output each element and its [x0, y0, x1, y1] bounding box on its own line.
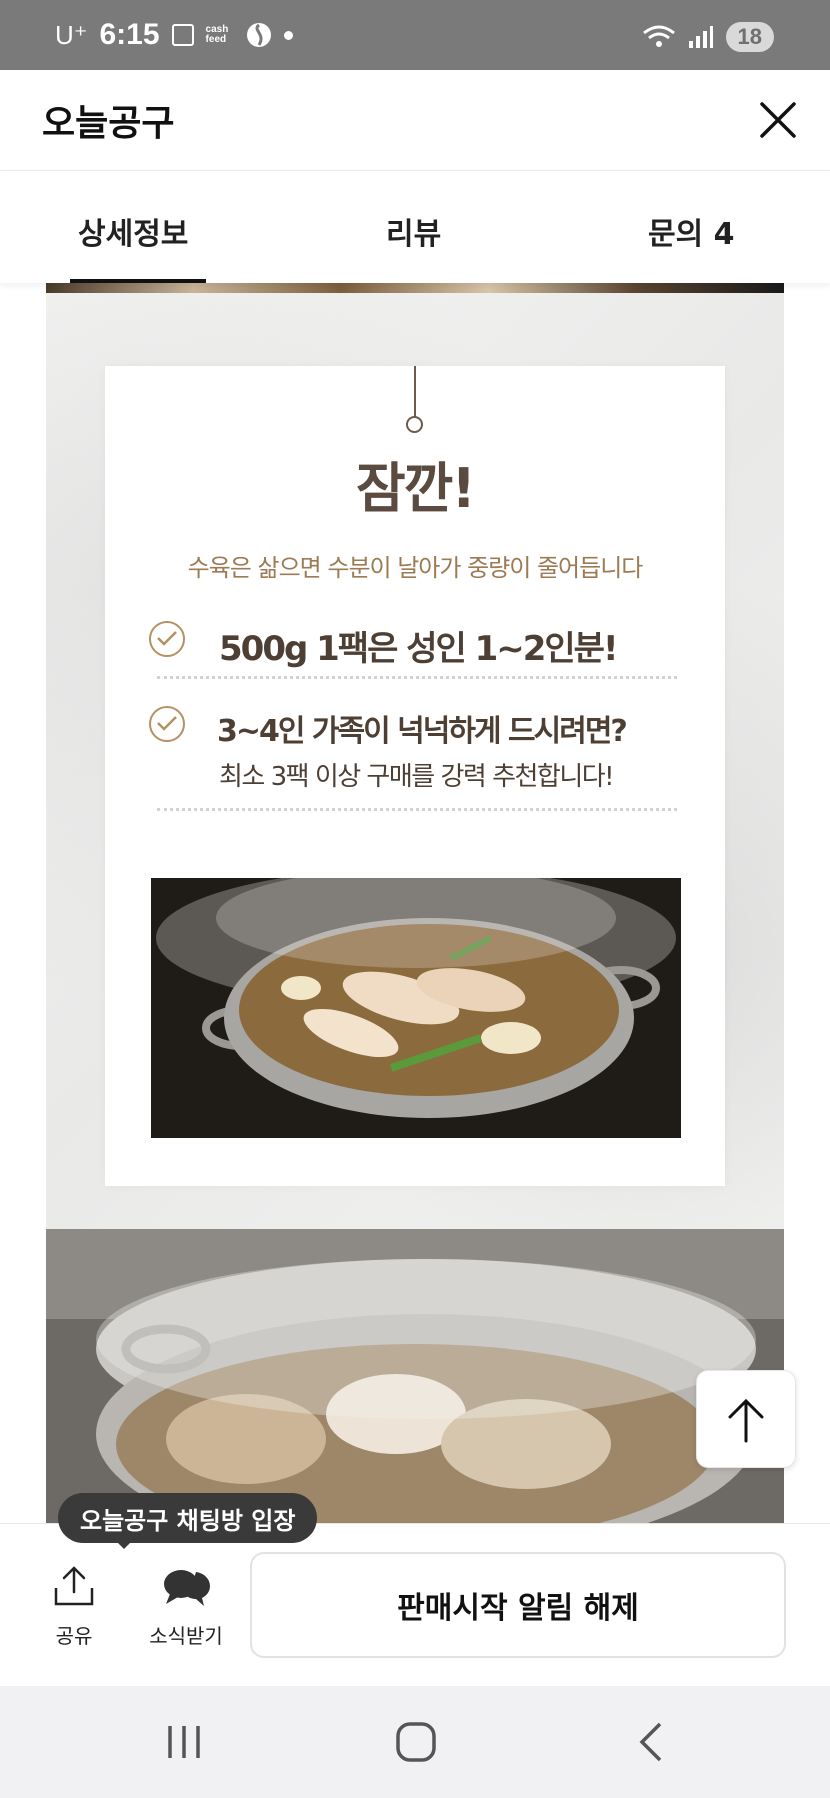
dotted-divider — [157, 676, 677, 679]
check-circle-icon — [149, 621, 185, 657]
chat-bubbles-icon — [164, 1570, 210, 1606]
tooltip-arrow — [116, 1541, 132, 1549]
back-icon[interactable] — [630, 1720, 674, 1764]
scroll-to-top-button[interactable] — [696, 1370, 796, 1468]
share-label: 공유 — [55, 1624, 93, 1648]
pin-line — [414, 366, 416, 418]
screenshot-icon — [171, 24, 194, 46]
notice-subtitle: 수육은 삶으면 수분이 날아가 중량이 줄어듭니다 — [187, 554, 644, 582]
notice-card: 잠깐! 수육은 삶으면 수분이 날아가 중량이 줄어듭니다 500g 1팩은 성… — [105, 366, 725, 1186]
pin-ring-icon — [406, 416, 423, 433]
recent-apps-icon[interactable] — [162, 1720, 206, 1764]
tab-review[interactable]: 리뷰 — [386, 209, 441, 253]
tab-detail[interactable]: 상세정보 — [78, 209, 188, 253]
active-tab-indicator — [70, 279, 206, 283]
tab-bar: 상세정보 리뷰 문의 4 — [0, 171, 830, 283]
check-circle-icon — [149, 706, 185, 742]
app-bar: 오늘공구 — [0, 70, 830, 171]
system-nav-bar — [0, 1686, 830, 1798]
notification-dot-icon — [283, 30, 293, 40]
close-icon[interactable] — [754, 96, 802, 144]
wifi-icon — [642, 25, 675, 47]
notice-title: 잠깐! — [356, 457, 476, 520]
chat-room-tooltip[interactable]: 오늘공구 채팅방 입장 — [58, 1493, 318, 1543]
battery-indicator: 18 — [725, 22, 774, 52]
subscribe-news-button[interactable]: 소식받기 — [138, 1564, 234, 1649]
carrier-label: U⁺ — [55, 19, 88, 50]
status-bar: U⁺ 6:15 cash feed 18 — [0, 0, 830, 70]
boiling-pork-photo — [151, 878, 681, 1138]
home-icon[interactable] — [394, 1720, 438, 1764]
cashfeed-icon: cash feed — [205, 24, 229, 45]
subscribe-news-label: 소식받기 — [149, 1624, 223, 1648]
share-button[interactable]: 공유 — [42, 1564, 106, 1649]
product-detail-content: 잠깐! 수육은 삶으면 수분이 날아가 중량이 줄어듭니다 500g 1팩은 성… — [46, 283, 784, 1523]
cancel-sale-notification-button[interactable]: 판매시작 알림 해제 — [250, 1552, 786, 1658]
tab-inquiry[interactable]: 문의 4 — [648, 209, 735, 253]
app-swirl-icon — [246, 23, 271, 47]
share-icon — [54, 1566, 94, 1606]
status-time: 6:15 — [99, 18, 160, 51]
marble-background: 잠깐! 수육은 삶으면 수분이 날아가 중량이 줄어듭니다 500g 1팩은 성… — [46, 293, 784, 1238]
pot-steam-photo — [46, 1229, 784, 1523]
family-info-text: 3~4인 가족이 넉넉하게 드시려면? — [217, 714, 628, 749]
signal-icon — [688, 26, 713, 48]
arrow-up-icon — [728, 1398, 764, 1443]
serving-info-text: 500g 1팩은 성인 1~2인분! — [219, 629, 618, 669]
previous-image-edge — [46, 283, 784, 293]
page-title: 오늘공구 — [42, 103, 175, 144]
dotted-divider — [157, 808, 677, 811]
recommendation-text: 최소 3팩 이상 구매를 강력 추천합니다! — [219, 762, 615, 792]
